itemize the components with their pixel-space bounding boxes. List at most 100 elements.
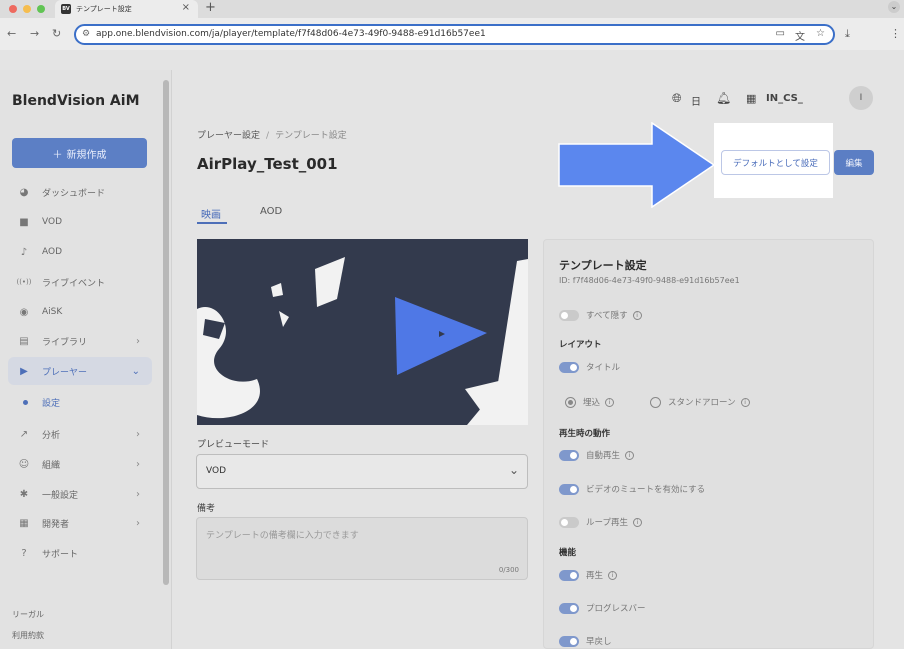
loop-toggle[interactable]	[559, 516, 579, 528]
address-bar[interactable]: ⚙ app.one.blendvision.com/ja/player/temp…	[74, 24, 835, 45]
sidebar-subitem-settings[interactable]: 設定	[8, 392, 152, 412]
new-tab-icon[interactable]: +	[205, 0, 216, 15]
bookmark-star-icon[interactable]: ☆	[816, 28, 825, 39]
chevron-right-icon: ›	[136, 428, 140, 440]
preview-mode-label: プレビューモード	[197, 440, 270, 450]
org-name[interactable]: IN_CS_	[766, 93, 803, 104]
play-row: 再生 i	[559, 568, 618, 582]
sidebar-item-general-settings[interactable]: ✱ 一般設定 ›	[8, 480, 152, 508]
close-tab-icon[interactable]: ×	[182, 2, 190, 13]
sidebar-item-label: VOD	[42, 217, 63, 227]
sidebar-item-label: ライブラリ	[42, 337, 88, 348]
sidebar-item-vod[interactable]: ■ VOD	[8, 208, 152, 236]
info-icon[interactable]: i	[633, 517, 642, 527]
chevron-right-icon: ›	[136, 488, 140, 500]
sidebar-item-aisk[interactable]: ◉ AiSK	[8, 298, 152, 326]
sidebar-scrollbar[interactable]	[163, 80, 169, 585]
info-icon[interactable]: i	[605, 397, 615, 407]
ai-icon: ◉	[19, 306, 29, 318]
maximize-window-button[interactable]	[37, 5, 45, 13]
standalone-radio-row: スタンドアローン i	[650, 395, 750, 409]
tab-movie[interactable]: 映画	[201, 206, 221, 221]
embed-radio-row: 埋込 i	[565, 395, 615, 409]
sidebar-item-label: 分析	[42, 430, 61, 441]
sidebar-item-dashboard[interactable]: ◕ ダッシュボード	[8, 178, 152, 206]
mute-toggle[interactable]	[559, 483, 579, 495]
language-switch[interactable]: 日	[691, 93, 701, 108]
layout-section-title: レイアウト	[559, 340, 602, 350]
bell-icon[interactable]: 🔔︎	[716, 91, 731, 105]
player-preview[interactable]	[197, 239, 528, 425]
close-window-button[interactable]	[9, 5, 17, 13]
sidebar-item-label: 組織	[42, 460, 61, 471]
autoplay-label: 自動再生	[586, 451, 621, 461]
browser-tab[interactable]: BV テンプレート設定 ×	[55, 0, 198, 18]
sidebar-item-analytics[interactable]: ↗ 分析 ›	[8, 420, 152, 448]
sidebar-item-organization[interactable]: ☺ 組織 ›	[8, 450, 152, 478]
download-icon[interactable]: ⤓	[845, 27, 850, 41]
notes-textarea[interactable]: テンプレートの備考欄に入力できます 0/300	[196, 517, 528, 580]
new-create-button[interactable]: ＋ 新規作成	[12, 138, 147, 168]
preview-mode-select[interactable]: VOD ⌄	[196, 454, 528, 489]
browser-menu-icon[interactable]: ⋮	[890, 27, 901, 40]
sidebar-item-library[interactable]: ▤ ライブラリ ›	[8, 327, 152, 355]
translate-icon[interactable]: 文	[795, 28, 805, 43]
sidebar-item-label: ダッシュボード	[42, 188, 106, 199]
tab-title: テンプレート設定	[76, 5, 132, 13]
back-icon[interactable]: ←	[7, 27, 16, 40]
set-default-button[interactable]: デフォルトとして設定	[721, 150, 830, 175]
sidebar-item-support[interactable]: ? サポート	[8, 539, 152, 567]
site-info-icon[interactable]: ⚙	[82, 29, 90, 39]
rewind-toggle[interactable]	[559, 635, 579, 647]
panel-title: テンプレート設定	[559, 259, 647, 272]
tab-aod[interactable]: AOD	[260, 206, 282, 217]
sidebar-item-player[interactable]: ▶ プレーヤー ⌄	[8, 357, 152, 385]
edit-button[interactable]: 編集	[834, 150, 874, 175]
analytics-icon: ↗	[19, 428, 29, 440]
embed-label: 埋込	[583, 398, 601, 408]
sidebar-item-label: 開発者	[42, 519, 70, 530]
video-icon: ■	[19, 216, 29, 228]
sidebar-item-live[interactable]: ((•)) ライブイベント	[8, 268, 152, 296]
terms-link[interactable]: 利用約款	[12, 630, 44, 641]
sidebar-item-label: サポート	[42, 549, 79, 560]
preview-graphic	[197, 257, 528, 425]
hide-all-toggle[interactable]	[559, 309, 579, 321]
music-note-icon: ♪	[20, 246, 28, 258]
player-icon: ▶	[20, 365, 28, 377]
info-icon[interactable]: i	[740, 397, 750, 407]
title-row: タイトル	[559, 360, 620, 374]
embed-radio[interactable]	[565, 396, 576, 408]
preview-mode-value: VOD	[206, 466, 227, 476]
play-toggle[interactable]	[559, 569, 579, 581]
sidebar-item-developer[interactable]: ▦ 開発者 ›	[8, 509, 152, 537]
info-icon[interactable]: i	[625, 450, 635, 460]
chevron-right-icon: ›	[136, 517, 140, 529]
autoplay-toggle[interactable]	[559, 449, 579, 461]
standalone-radio[interactable]	[650, 396, 661, 408]
breadcrumb: プレーヤー設定 / テンプレート設定	[197, 128, 347, 141]
info-icon[interactable]: i	[632, 310, 642, 320]
sidebar-item-aod[interactable]: ♪ AOD	[8, 238, 152, 266]
notes-char-count: 0/300	[498, 566, 519, 574]
settings-icon: ✱	[19, 488, 29, 500]
tab-list-chevron-icon[interactable]: ⌄	[888, 1, 900, 13]
template-settings-panel: テンプレート設定 ID: f7f48d06-4e73-49f0-9488-e91…	[543, 239, 874, 649]
globe-icon[interactable]: 🌐︎	[672, 91, 682, 106]
avatar[interactable]: I	[849, 86, 873, 110]
progress-toggle[interactable]	[559, 602, 579, 614]
rewind-label: 早戻し	[586, 637, 612, 647]
brand-logo[interactable]: BlendVision AiM	[12, 93, 140, 109]
info-icon[interactable]: i	[608, 570, 618, 580]
cast-icon[interactable]: ▭	[776, 28, 785, 39]
title-toggle[interactable]	[559, 361, 579, 373]
minimize-window-button[interactable]	[23, 5, 31, 13]
breadcrumb-player-settings[interactable]: プレーヤー設定	[197, 131, 260, 141]
chevron-down-icon: ⌄	[508, 463, 519, 477]
browser-toolbar: ← → ↻ ⚙ app.one.blendvision.com/ja/playe…	[0, 18, 904, 50]
forward-icon[interactable]: →	[30, 27, 39, 40]
reload-icon[interactable]: ↻	[52, 27, 61, 40]
url-text[interactable]: app.one.blendvision.com/ja/player/templa…	[96, 29, 486, 39]
sidebar-item-label: 一般設定	[42, 490, 79, 501]
browser-tabbar: BV テンプレート設定 × + ⌄	[0, 0, 904, 18]
